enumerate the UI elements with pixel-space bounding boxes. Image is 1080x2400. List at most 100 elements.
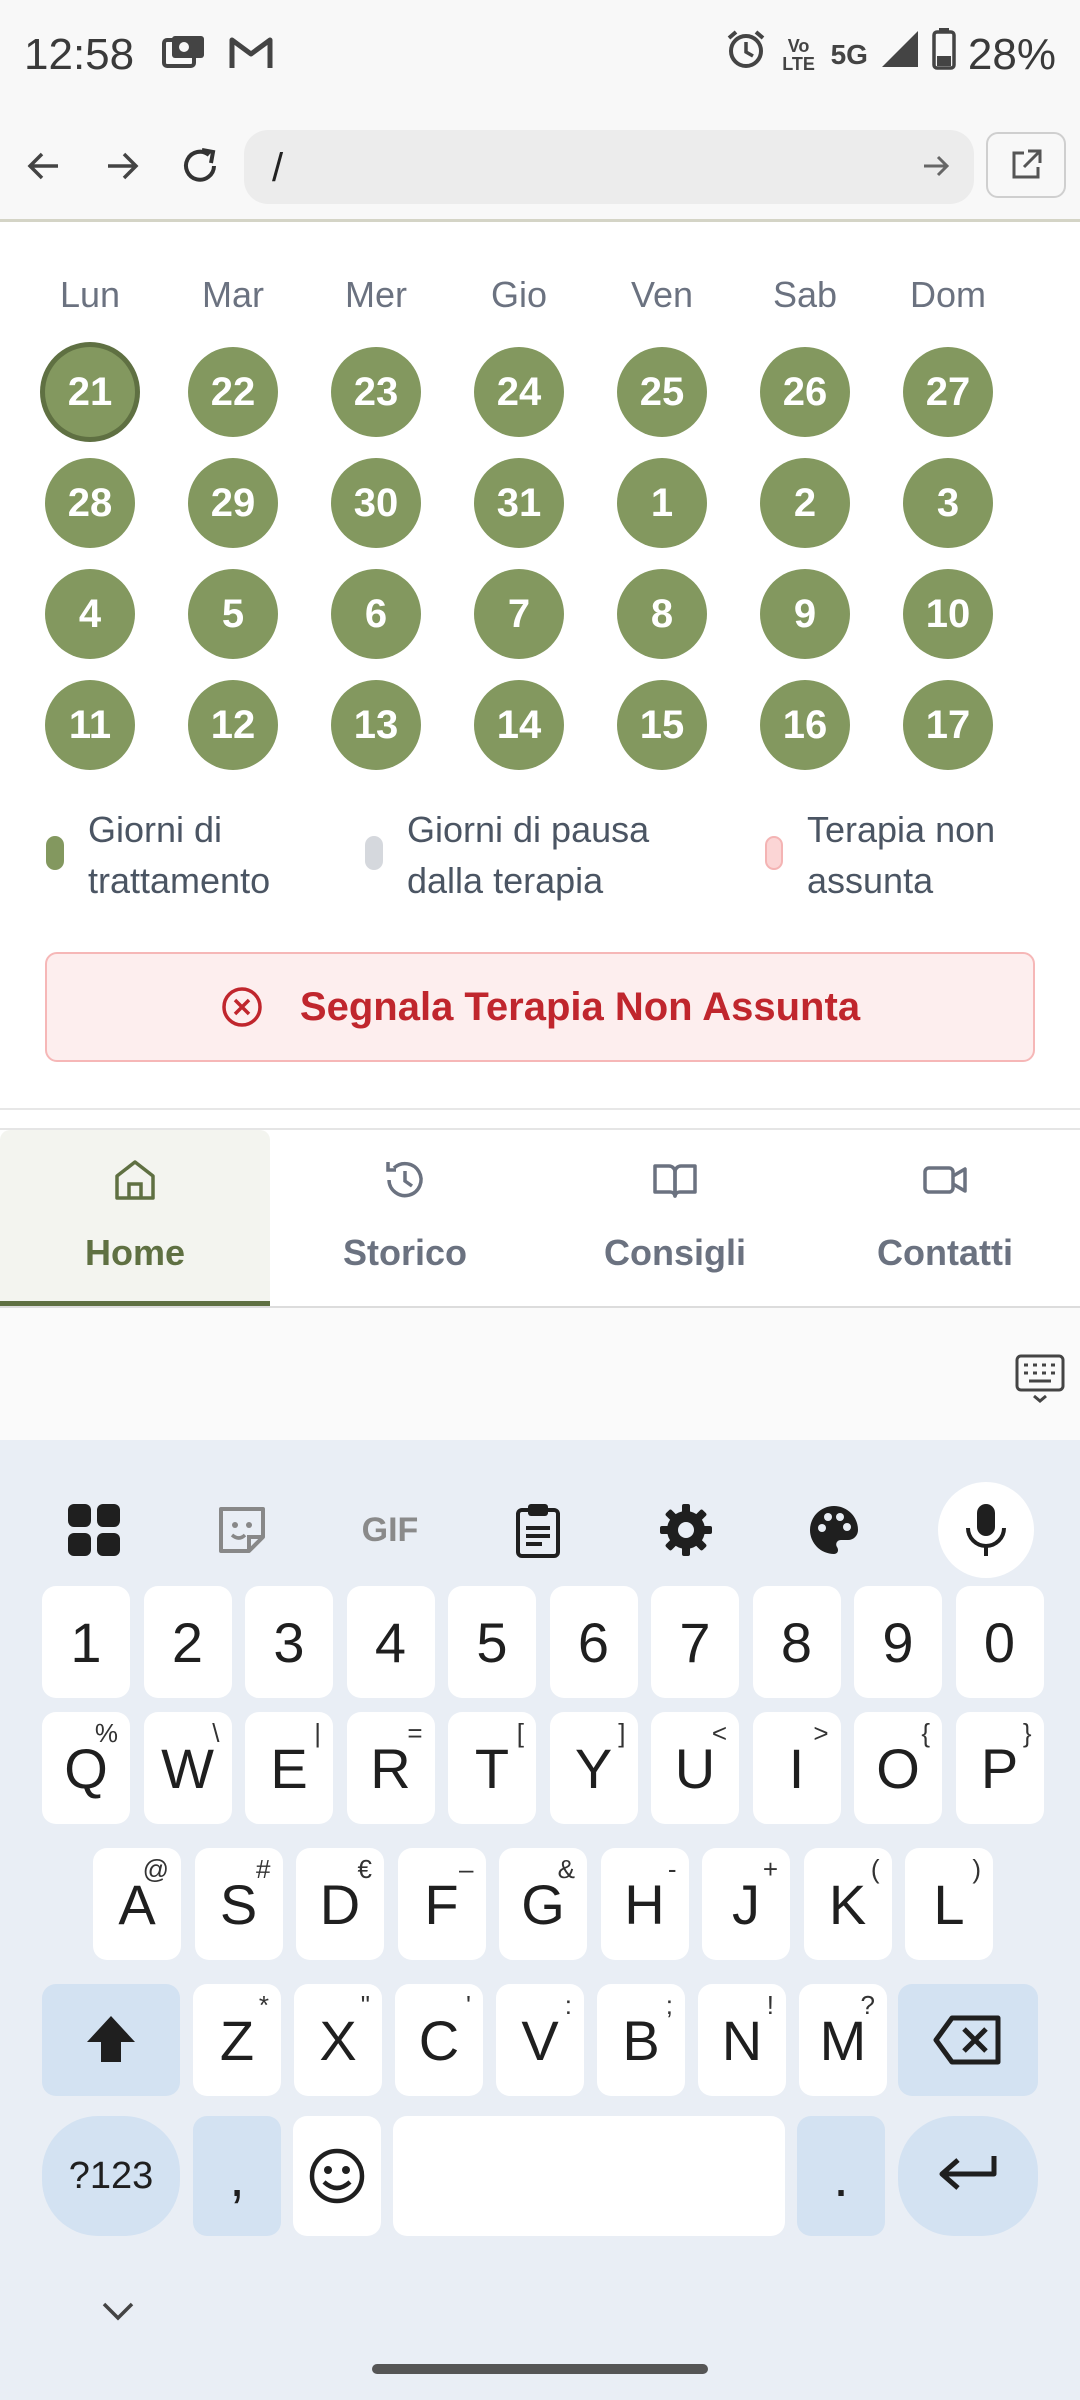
calendar-day-today[interactable]: 21: [45, 347, 135, 437]
key[interactable]: 1: [42, 1586, 130, 1698]
key[interactable]: B;: [597, 1984, 685, 2096]
key-hint: ': [466, 1990, 471, 2020]
back-button[interactable]: [14, 136, 74, 196]
calendar-day[interactable]: 7: [474, 569, 564, 659]
calendar-day[interactable]: 17: [903, 680, 993, 770]
key[interactable]: 3: [245, 1586, 333, 1698]
key-label: R: [370, 1736, 411, 1800]
calendar-day[interactable]: 2: [760, 458, 850, 548]
key[interactable]: 0: [955, 1586, 1044, 1698]
forward-button[interactable]: [92, 136, 152, 196]
sticker-icon[interactable]: [194, 1482, 290, 1578]
settings-icon[interactable]: [638, 1482, 734, 1578]
key[interactable]: H-: [600, 1848, 689, 1960]
key[interactable]: Z *: [193, 1984, 281, 2096]
calendar-day[interactable]: 27: [903, 347, 993, 437]
key[interactable]: L): [905, 1848, 993, 1960]
key[interactable]: C ': [395, 1984, 483, 2096]
mic-icon[interactable]: [938, 1482, 1034, 1578]
key[interactable]: D €: [296, 1848, 384, 1960]
calendar-day[interactable]: 13: [331, 680, 421, 770]
calendar-day[interactable]: 12: [188, 680, 278, 770]
key[interactable]: E |: [245, 1712, 333, 1824]
report-missed-therapy-button[interactable]: Segnala Terapia Non Assunta: [45, 952, 1035, 1062]
calendar-day[interactable]: 11: [45, 680, 135, 770]
key[interactable]: F –: [397, 1848, 486, 1960]
key[interactable]: 4: [346, 1586, 435, 1698]
key[interactable]: 7: [651, 1586, 739, 1698]
legend-pause-swatch: [365, 836, 383, 870]
key[interactable]: N!: [698, 1984, 786, 2096]
calendar-day[interactable]: 1: [617, 458, 707, 548]
clipboard-icon[interactable]: [490, 1482, 586, 1578]
shift-key[interactable]: [42, 1984, 180, 2096]
key-label: 9: [882, 1610, 914, 1674]
calendar-day[interactable]: 16: [760, 680, 850, 770]
key[interactable]: R =: [346, 1712, 435, 1824]
keyboard-icon[interactable]: [1014, 1352, 1066, 1409]
key[interactable]: O{: [854, 1712, 942, 1824]
key[interactable]: P}: [955, 1712, 1044, 1824]
period-key[interactable]: .: [797, 2116, 885, 2236]
key[interactable]: A @: [93, 1848, 181, 1960]
go-button[interactable]: [918, 148, 954, 189]
calendar-day[interactable]: 23: [331, 347, 421, 437]
comma-key[interactable]: ,: [193, 2116, 281, 2236]
key[interactable]: 6: [549, 1586, 638, 1698]
calendar-day[interactable]: 30: [331, 458, 421, 548]
calendar-day[interactable]: 4: [45, 569, 135, 659]
symbols-key[interactable]: ?123: [42, 2116, 180, 2236]
key[interactable]: J +: [702, 1848, 790, 1960]
gif-icon[interactable]: GIF: [342, 1482, 438, 1578]
key[interactable]: Y]: [549, 1712, 638, 1824]
calendar-day[interactable]: 10: [903, 569, 993, 659]
reload-button[interactable]: [170, 136, 230, 196]
key[interactable]: U <: [651, 1712, 739, 1824]
key[interactable]: M?: [799, 1984, 887, 2096]
calendar-day[interactable]: 14: [474, 680, 564, 770]
key[interactable]: V:: [496, 1984, 584, 2096]
calendar-day[interactable]: 3: [903, 458, 993, 548]
key-label: L: [933, 1872, 965, 1936]
calendar-day[interactable]: 15: [617, 680, 707, 770]
tab-home[interactable]: Home: [0, 1130, 270, 1306]
key[interactable]: S #: [194, 1848, 283, 1960]
key[interactable]: 2: [143, 1586, 232, 1698]
calendar-day[interactable]: 26: [760, 347, 850, 437]
calendar-day[interactable]: 25: [617, 347, 707, 437]
calendar-day[interactable]: 9: [760, 569, 850, 659]
calendar-day[interactable]: 28: [45, 458, 135, 548]
key[interactable]: T[: [448, 1712, 536, 1824]
key[interactable]: 9: [854, 1586, 942, 1698]
enter-key[interactable]: [898, 2116, 1038, 2236]
calendar-day[interactable]: 22: [188, 347, 278, 437]
calendar-day[interactable]: 6: [331, 569, 421, 659]
calendar-day[interactable]: 29: [188, 458, 278, 548]
palette-icon[interactable]: [786, 1482, 882, 1578]
calendar-day[interactable]: 31: [474, 458, 564, 548]
url-bar[interactable]: /: [244, 130, 974, 204]
calendar-day[interactable]: 5: [188, 569, 278, 659]
key[interactable]: X ": [294, 1984, 382, 2096]
key-label: B: [622, 2008, 660, 2072]
calendar-day[interactable]: 24: [474, 347, 564, 437]
space-key[interactable]: [393, 2116, 785, 2236]
key[interactable]: Q%: [42, 1712, 130, 1824]
key[interactable]: K(: [803, 1848, 892, 1960]
url-text[interactable]: /: [272, 146, 283, 191]
tab-consigli[interactable]: Consigli: [540, 1130, 810, 1306]
open-external-button[interactable]: [986, 132, 1066, 198]
key[interactable]: W \: [143, 1712, 232, 1824]
emoji-key[interactable]: [293, 2116, 381, 2236]
tab-storico[interactable]: Storico: [270, 1130, 540, 1306]
tab-contatti[interactable]: Contatti: [810, 1130, 1080, 1306]
status-bar: 12:58 Vo LTE 5G 28%: [0, 0, 1080, 112]
key[interactable]: 5: [448, 1586, 536, 1698]
key[interactable]: I >: [752, 1712, 841, 1824]
calendar-day[interactable]: 8: [617, 569, 707, 659]
apps-grid-icon[interactable]: [46, 1482, 142, 1578]
chevron-down-icon[interactable]: [100, 2300, 136, 2329]
key[interactable]: 8: [752, 1586, 841, 1698]
key[interactable]: G &: [499, 1848, 587, 1960]
backspace-key[interactable]: [898, 1984, 1038, 2096]
